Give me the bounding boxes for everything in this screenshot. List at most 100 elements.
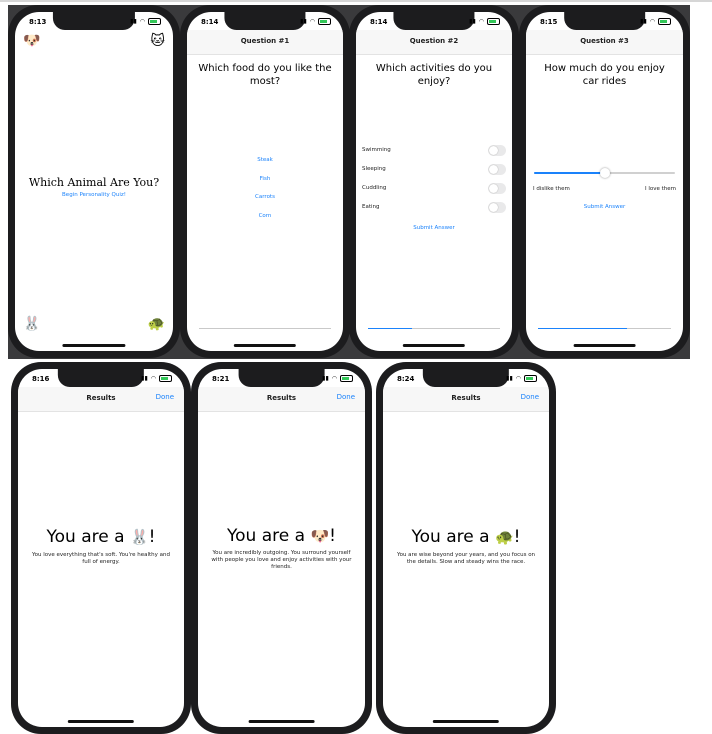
battery-icon <box>487 18 500 25</box>
answer-button-steak[interactable]: Steak <box>187 157 343 163</box>
signal-icon: ▮▮ <box>141 375 148 382</box>
option-toggle[interactable] <box>488 145 506 156</box>
signal-icon: ▮▮ <box>640 18 647 25</box>
result-description: You love everything that's soft. You're … <box>32 552 170 565</box>
option-label: Swimming <box>362 147 391 153</box>
status-time: 8:14 <box>201 18 219 26</box>
phone-question-1: 8:14 ▮▮ ◠ Question #1 Which food do you … <box>180 5 350 358</box>
option-toggle[interactable] <box>488 202 506 213</box>
home-indicator[interactable] <box>573 344 636 347</box>
wifi-icon: ◠ <box>309 18 315 25</box>
done-button[interactable]: Done <box>337 393 355 401</box>
submit-answer-button[interactable]: Submit Answer <box>356 225 512 231</box>
wifi-icon: ◠ <box>150 375 156 382</box>
status-icons: ▮▮ ◠ <box>506 375 537 382</box>
signal-icon: ▮▮ <box>130 18 137 25</box>
status-time: 8:21 <box>212 375 230 383</box>
result-description: You are incredibly outgoing. You surroun… <box>211 550 352 570</box>
wifi-icon: ◠ <box>478 18 484 25</box>
screen-welcome: 8:13 ▮▮ ◠ 🐶 🐱 Which Animal Are You? Begi… <box>15 12 173 351</box>
answer-button-fish[interactable]: Fish <box>187 176 343 182</box>
navigation-bar: Results Done <box>383 387 549 412</box>
result-description: You are wise beyond your years, and you … <box>396 552 536 565</box>
result-suffix: ! <box>329 526 336 546</box>
screen-question-2: 8:14 ▮▮ ◠ Question #2 Which activities d… <box>356 12 512 351</box>
progress-bar <box>199 328 331 329</box>
phone-result-rabbit: 8:16 ▮▮ ◠ Results Done You are a 🐰! You … <box>11 362 191 734</box>
result-prefix: You are a <box>411 527 490 547</box>
dog-emoji-icon: 🐶 <box>310 527 330 545</box>
result-heading: You are a 🐰! <box>18 527 184 547</box>
screen-result-dog: 8:21 ▮▮ ◠ Results Done You are a 🐶! You … <box>198 369 365 727</box>
navigation-bar: Question #3 <box>526 30 683 55</box>
navigation-bar: Results Done <box>198 387 365 412</box>
battery-icon <box>318 18 331 25</box>
welcome-title: Which Animal Are You? <box>28 176 160 189</box>
option-row-swimming: Swimming <box>362 144 506 158</box>
slider-thumb[interactable] <box>599 168 610 178</box>
battery-icon <box>524 375 537 382</box>
question-text: How much do you enjoy car rides <box>544 63 665 87</box>
top-divider <box>0 0 712 2</box>
result-prefix: You are a <box>46 527 125 547</box>
status-time: 8:16 <box>32 375 50 383</box>
car-rides-slider[interactable] <box>534 168 675 178</box>
option-row-sleeping: Sleeping <box>362 163 506 177</box>
option-label: Eating <box>362 204 380 210</box>
phone-question-2: 8:14 ▮▮ ◠ Question #2 Which activities d… <box>349 5 519 358</box>
battery-icon <box>148 18 161 25</box>
wifi-icon: ◠ <box>515 375 521 382</box>
option-toggle[interactable] <box>488 164 506 175</box>
answer-button-corn[interactable]: Corn <box>187 213 343 219</box>
result-prefix: You are a <box>227 526 306 546</box>
battery-icon <box>658 18 671 25</box>
wifi-icon: ◠ <box>139 18 145 25</box>
status-icons: ▮▮ ◠ <box>141 375 172 382</box>
turtle-emoji-icon: 🐢 <box>147 316 165 332</box>
notch <box>52 12 136 30</box>
home-indicator[interactable] <box>233 344 297 347</box>
screen-question-3: 8:15 ▮▮ ◠ Question #3 How much do you en… <box>526 12 683 351</box>
answer-button-carrots[interactable]: Carrots <box>187 194 343 200</box>
notch <box>422 369 510 387</box>
home-indicator[interactable] <box>432 720 500 723</box>
done-button[interactable]: Done <box>156 393 174 401</box>
nav-title: Question #1 <box>240 37 290 45</box>
navigation-bar: Results Done <box>18 387 184 412</box>
rabbit-emoji-icon: 🐰 <box>23 316 41 332</box>
cat-emoji-icon: 🐱 <box>150 33 165 49</box>
phone-result-turtle: 8:24 ▮▮ ◠ Results Done You are a 🐢! You … <box>376 362 556 734</box>
option-toggle[interactable] <box>488 183 506 194</box>
phone-welcome: 8:13 ▮▮ ◠ 🐶 🐱 Which Animal Are You? Begi… <box>8 5 180 358</box>
home-indicator[interactable] <box>248 720 315 723</box>
navigation-bar: Question #1 <box>187 30 343 55</box>
status-icons: ▮▮ ◠ <box>300 18 331 25</box>
phone-result-dog: 8:21 ▮▮ ◠ Results Done You are a 🐶! You … <box>191 362 372 734</box>
slider-fill <box>534 172 605 174</box>
done-button[interactable]: Done <box>521 393 539 401</box>
nav-title: Question #2 <box>409 37 459 45</box>
dog-emoji-icon: 🐶 <box>23 33 41 49</box>
battery-icon <box>159 375 172 382</box>
slider-max-label: I love them <box>644 186 676 192</box>
submit-answer-button[interactable]: Submit Answer <box>526 204 683 210</box>
home-indicator[interactable] <box>62 344 126 347</box>
progress-fill <box>368 328 412 329</box>
result-suffix: ! <box>148 527 156 547</box>
signal-icon: ▮▮ <box>322 375 329 382</box>
notch <box>238 369 325 387</box>
option-row-eating: Eating <box>362 201 506 215</box>
turtle-emoji-icon: 🐢 <box>494 528 514 546</box>
home-indicator[interactable] <box>67 720 135 723</box>
status-icons: ▮▮ ◠ <box>322 375 353 382</box>
rabbit-emoji-icon: 🐰 <box>129 528 149 546</box>
home-indicator[interactable] <box>402 344 466 347</box>
option-label: Cuddling <box>362 185 387 191</box>
status-time: 8:13 <box>29 18 47 26</box>
phone-question-3: 8:15 ▮▮ ◠ Question #3 How much do you en… <box>519 5 690 358</box>
status-time: 8:24 <box>397 375 415 383</box>
result-heading: You are a 🐶! <box>198 526 365 546</box>
begin-quiz-button[interactable]: Begin Personality Quiz! <box>15 192 173 198</box>
notch <box>57 369 145 387</box>
navigation-bar: Question #2 <box>356 30 512 55</box>
